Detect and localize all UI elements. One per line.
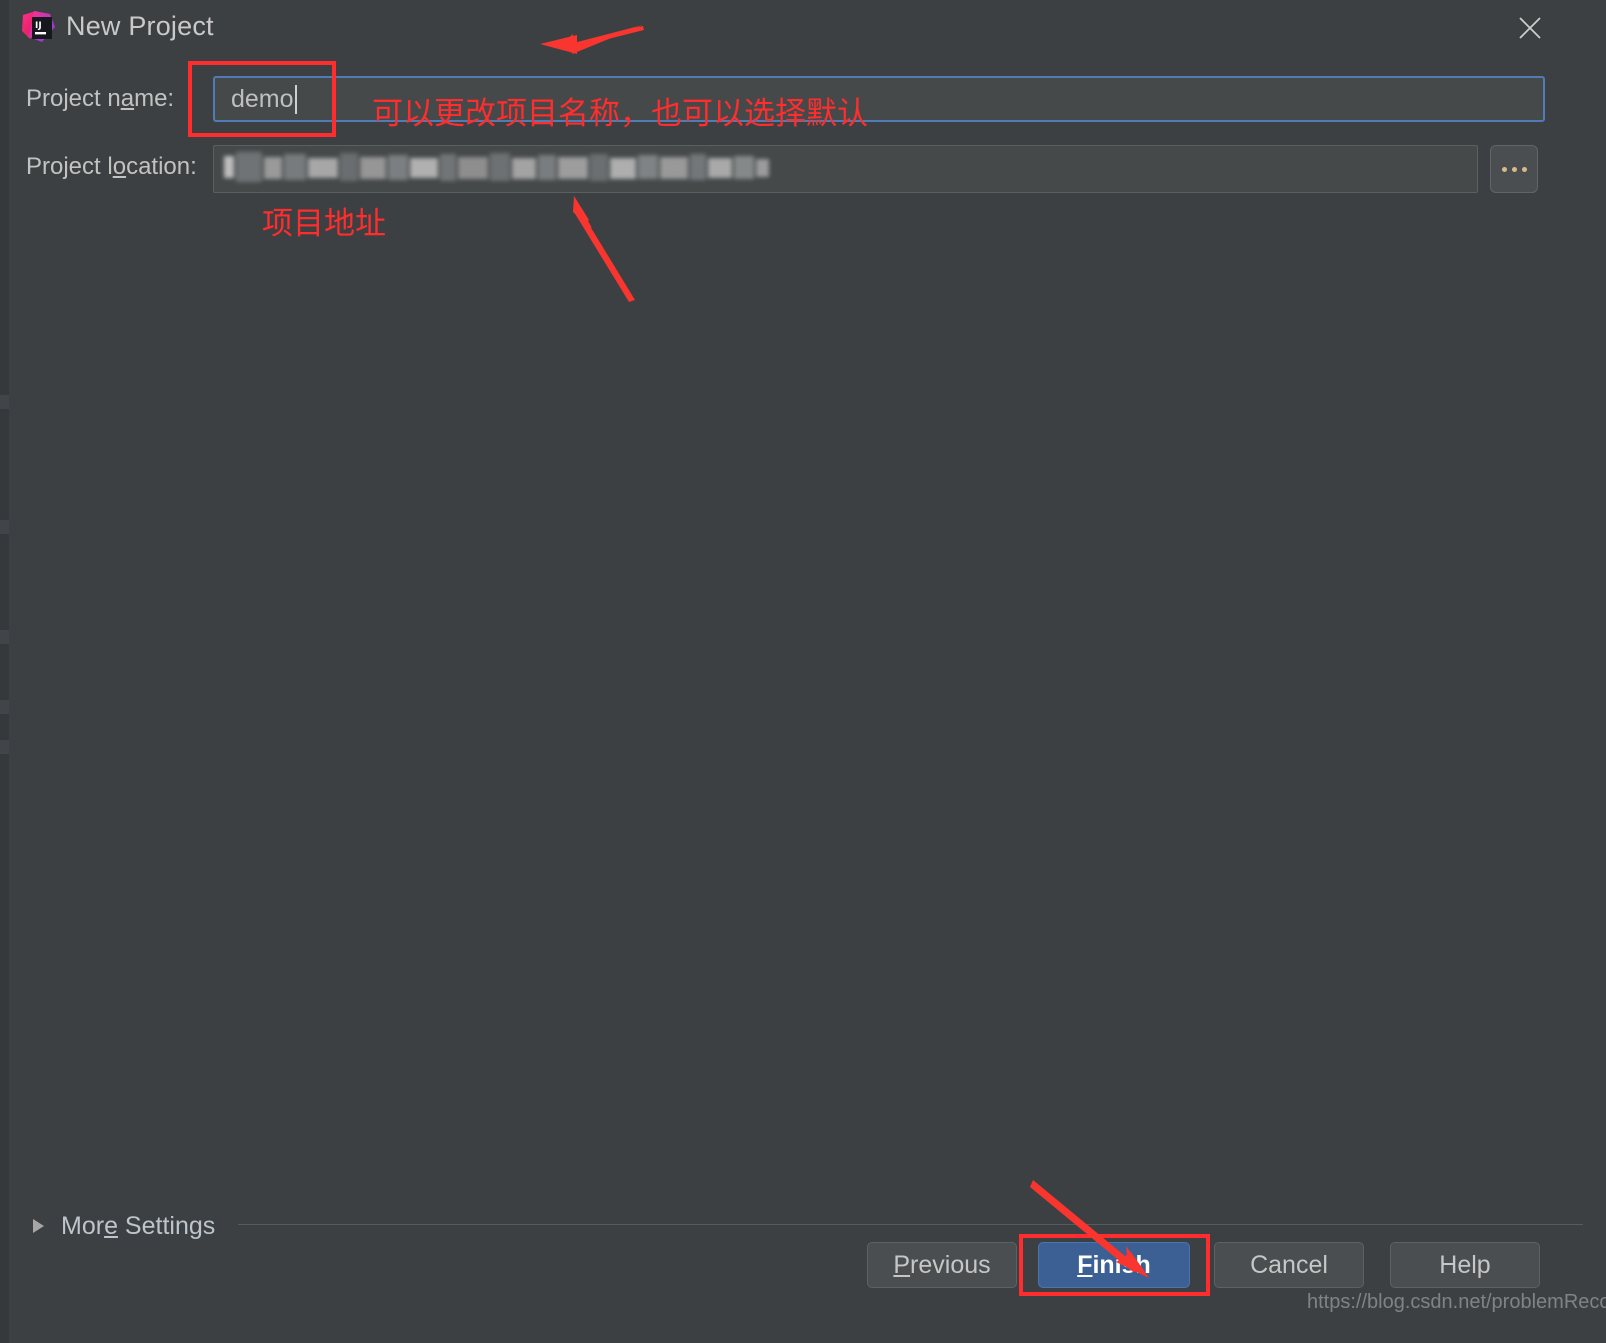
title-bar: IJ New Project: [9, 0, 1606, 56]
label-part-2: me:: [134, 85, 175, 112]
finish-button[interactable]: Finish: [1038, 1242, 1190, 1288]
label-part-2: Settings: [117, 1211, 216, 1240]
button-label: Cancel: [1250, 1250, 1328, 1279]
window-title: New Project: [66, 11, 214, 41]
more-settings-label: More Settings: [61, 1212, 215, 1241]
intellij-idea-logo-icon: IJ: [20, 9, 58, 47]
text-caret: [294, 84, 297, 114]
svg-text:IJ: IJ: [35, 21, 42, 31]
label-part-1: Project l: [26, 153, 113, 180]
cancel-button[interactable]: Cancel: [1214, 1242, 1364, 1288]
button-label: inish: [1092, 1250, 1151, 1279]
annotation-text-project-location: 项目地址: [262, 206, 386, 242]
project-location-label: Project location:: [26, 153, 197, 181]
previous-button[interactable]: Previous: [867, 1242, 1017, 1288]
label-part-1: Mor: [61, 1211, 105, 1240]
project-name-value: demo: [231, 84, 294, 113]
triangle-right-icon: [33, 1219, 44, 1233]
more-settings-toggle[interactable]: More Settings: [33, 1208, 215, 1244]
ellipsis-icon-dot: [1521, 166, 1527, 172]
annotation-arrow-up-left-icon: [573, 196, 635, 302]
label-part-2: cation:: [126, 153, 197, 180]
redacted-path-value: [224, 152, 769, 182]
label-mnemonic: a: [120, 85, 135, 112]
close-icon[interactable]: [1508, 6, 1552, 50]
label-mnemonic: e: [104, 1211, 118, 1240]
label-mnemonic: o: [112, 153, 127, 180]
button-mnemonic: P: [893, 1250, 911, 1279]
button-mnemonic: F: [1077, 1250, 1093, 1279]
button-label: revious: [910, 1250, 991, 1279]
help-button[interactable]: Help: [1390, 1242, 1540, 1288]
project-name-label: Project name:: [26, 85, 174, 113]
watermark-text: https://blog.csdn.net/problemRecord: [1307, 1291, 1606, 1313]
project-location-input[interactable]: [213, 145, 1478, 193]
annotation-text-project-name: 可以更改项目名称，也可以选择默认: [372, 96, 868, 132]
ellipsis-icon-dot: [1511, 166, 1517, 172]
window-left-edge: [0, 0, 9, 1343]
browse-location-button[interactable]: [1490, 145, 1538, 193]
label-part-1: Project n: [26, 85, 121, 112]
ellipsis-icon-dot: [1501, 166, 1507, 172]
button-label: Help: [1439, 1250, 1491, 1279]
more-settings-separator: [238, 1224, 1583, 1225]
